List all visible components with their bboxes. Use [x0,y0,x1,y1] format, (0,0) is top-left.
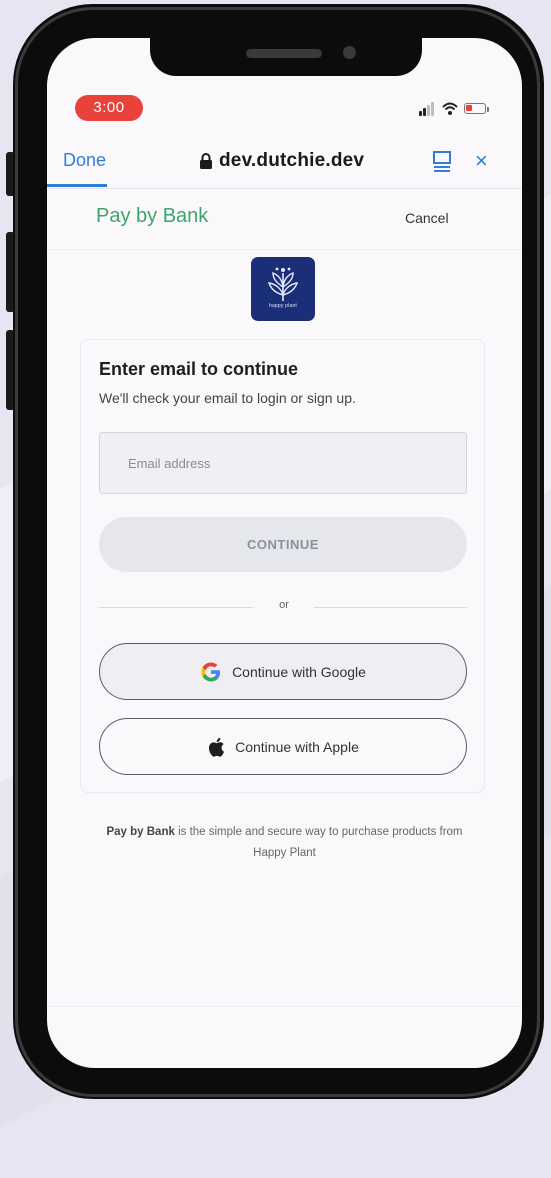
footer-brand: Pay by Bank [106,826,175,838]
done-underline [47,184,107,187]
continue-with-google-button[interactable]: Continue with Google [99,643,467,700]
close-icon[interactable]: × [475,149,488,173]
phone-notch [150,38,422,76]
speaker-grille [246,49,322,58]
status-time: 3:00 [75,95,143,121]
reader-icon[interactable] [431,150,453,172]
url-display[interactable]: dev.dutchie.dev [199,148,364,174]
url-text: dev.dutchie.dev [219,150,365,171]
email-card: Enter email to continue We'll check your… [80,339,485,793]
card-title: Enter email to continue [99,359,299,379]
footer-text: is the simple and secure way to purchase… [174,826,463,859]
merchant-logo: happy plant [251,257,315,321]
phone-screen: 3:00 Done dev.dutchie.dev × Pay by Bank … [47,38,522,1068]
signal-icon [419,100,437,116]
in-app-browser-bar: Done dev.dutchie.dev × [47,138,522,189]
front-camera [343,46,356,59]
bottom-separator [47,1006,522,1007]
footer-disclaimer: Pay by Bank is the simple and secure way… [97,822,472,864]
divider-or: or [279,599,289,611]
apple-button-label: Continue with Apple [235,738,359,755]
divider-line [99,607,253,608]
plant-logo-icon [267,267,299,302]
continue-with-apple-button[interactable]: Continue with Apple [99,718,467,775]
divider-line [314,607,467,608]
lock-icon [200,153,212,169]
email-field[interactable] [99,432,467,494]
google-icon [201,662,221,681]
pay-by-bank-header: Pay by Bank Cancel [47,189,522,250]
logo-lettering: happy plant [268,303,298,309]
cancel-button[interactable]: Cancel [405,210,449,226]
battery-icon [464,103,486,114]
done-button[interactable]: Done [63,150,106,171]
wifi-icon [442,102,458,115]
google-button-label: Continue with Google [232,663,366,680]
continue-button[interactable]: CONTINUE [99,517,467,572]
battery-tip [487,107,489,112]
card-subtitle: We'll check your email to login or sign … [99,390,356,406]
pay-by-bank-title: Pay by Bank [96,205,209,227]
apple-icon [209,737,225,757]
status-icons [419,100,499,120]
